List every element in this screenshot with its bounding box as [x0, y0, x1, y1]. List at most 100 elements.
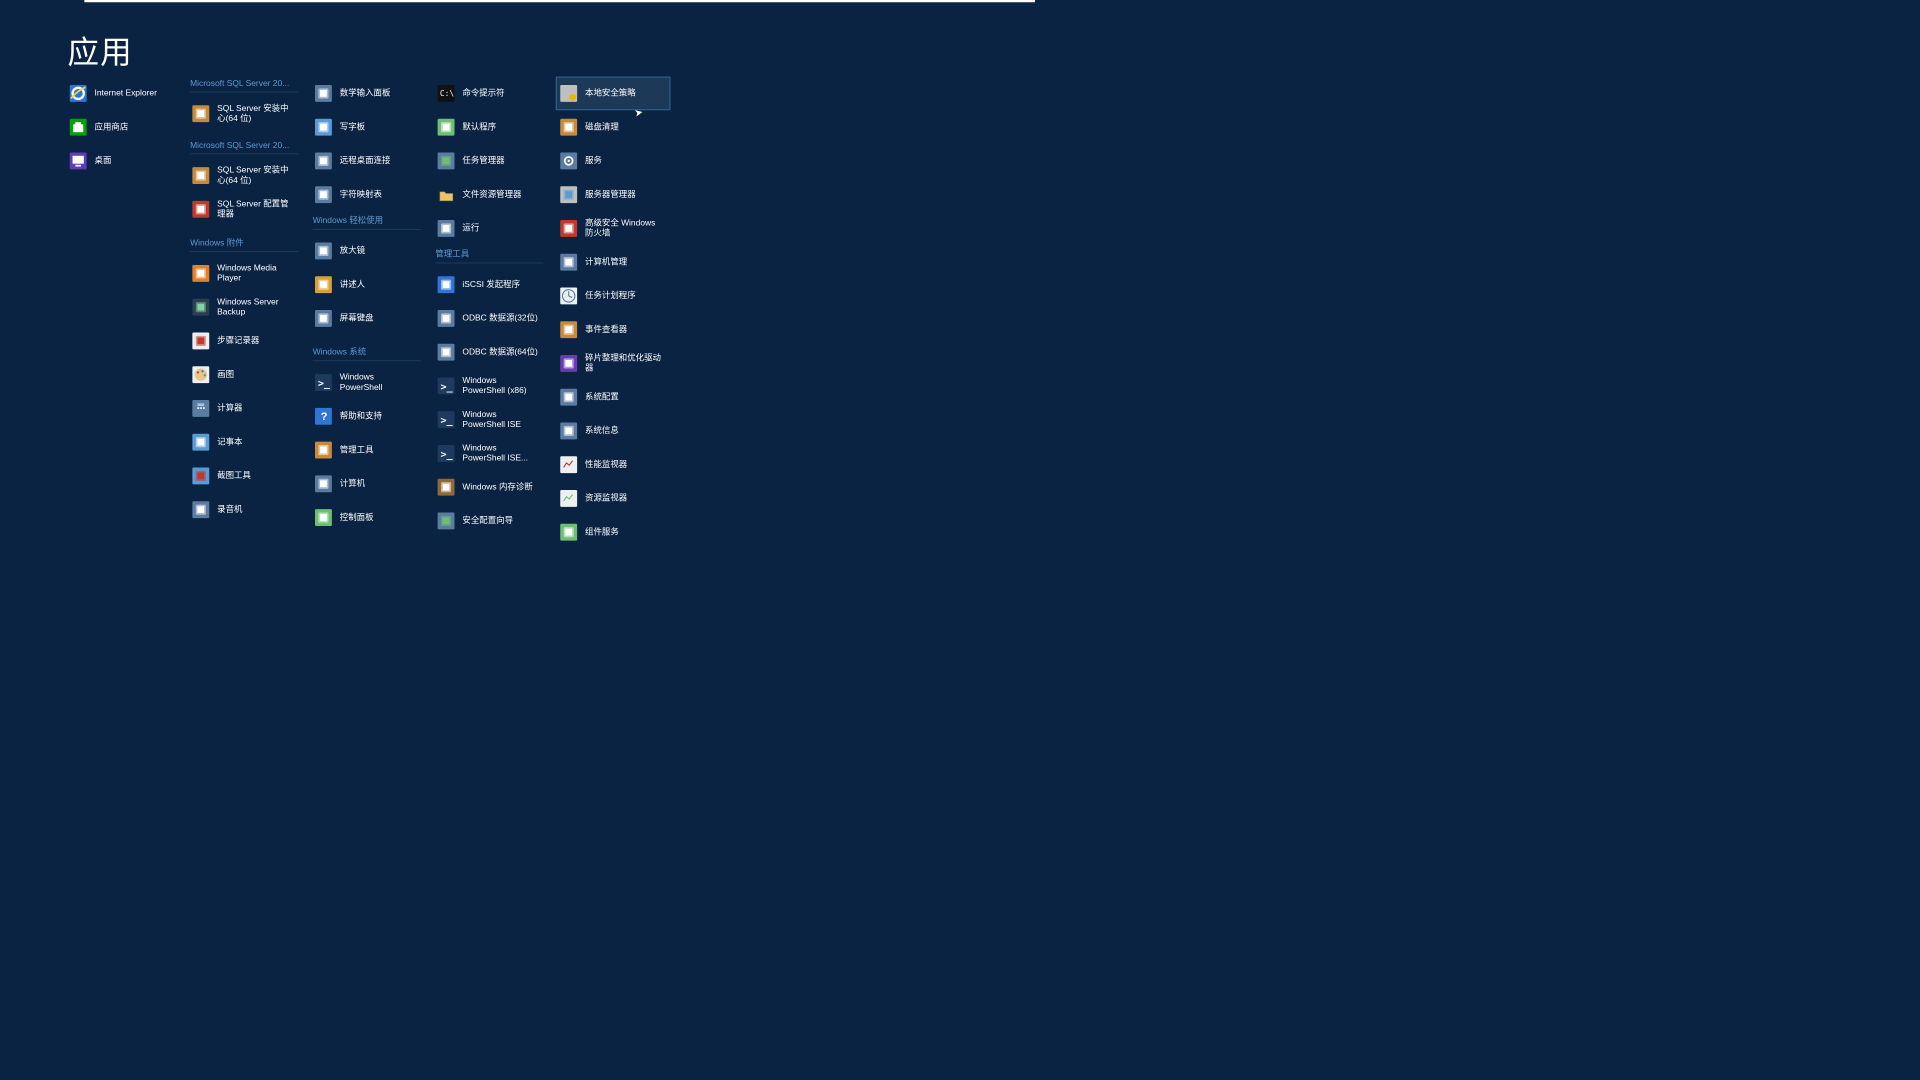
psise-icon: >_ [435, 409, 456, 430]
app-tile-defrag[interactable]: 碎片整理和优化驱动器 [558, 347, 668, 381]
app-label: 画图 [217, 370, 234, 380]
event-icon [558, 319, 579, 340]
app-tile-ie[interactable]: Internet Explorer [68, 77, 178, 111]
app-tile-memdiag[interactable]: Windows 内存诊断 [435, 470, 545, 504]
app-tile-helpsupport[interactable]: ?帮助和支持 [313, 399, 423, 433]
app-tile-run[interactable]: 运行 [435, 212, 545, 246]
app-tile-msconfig[interactable]: 系统配置 [558, 380, 668, 414]
mem-icon [435, 476, 456, 497]
app-tile-cleanmgr[interactable]: 磁盘清理 [558, 110, 668, 144]
app-tile-secpol[interactable]: 本地安全策略 [556, 77, 671, 111]
app-tile-snip[interactable]: 截图工具 [190, 459, 300, 493]
magnifier-icon [313, 240, 334, 261]
app-tile-soundrec[interactable]: 录音机 [190, 493, 300, 527]
compmgmt-icon [558, 251, 579, 272]
app-tile-rdp[interactable]: 远程桌面连接 [313, 144, 423, 178]
app-tile-sql-install-2[interactable]: SQL Server 安装中心(64 位) [190, 159, 300, 193]
app-tile-odbc64[interactable]: ODBC 数据源(64位) [435, 335, 545, 369]
app-tile-explorer[interactable]: 文件资源管理器 [435, 178, 545, 212]
app-tile-compmgmt[interactable]: 计算机管理 [558, 245, 668, 279]
keyboard-icon [313, 308, 334, 329]
app-label: 远程桌面连接 [340, 156, 391, 166]
app-tile-taskmgr[interactable]: 任务管理器 [435, 144, 545, 178]
app-label: 放大镜 [340, 246, 365, 256]
app-tile-resmon[interactable]: 资源监视器 [558, 482, 668, 516]
app-tile-psise[interactable]: >_Windows PowerShell ISE [435, 403, 545, 437]
app-tile-eventvwr[interactable]: 事件查看器 [558, 313, 668, 347]
group-header-hdr-system: Windows 系统 [313, 335, 421, 361]
odbc-icon [435, 308, 456, 329]
app-tile-firewall[interactable]: 高级安全 Windows 防火墙 [558, 212, 668, 246]
app-tile-narrator[interactable]: 讲述人 [313, 268, 423, 302]
store-icon [68, 116, 89, 137]
app-label: Windows Server Backup [217, 297, 296, 317]
app-label: 写字板 [340, 122, 365, 132]
calc-icon [190, 398, 211, 419]
gear-icon [558, 150, 579, 171]
app-label: 步骤记录器 [217, 336, 259, 346]
app-tile-paint[interactable]: 画图 [190, 358, 300, 392]
app-tile-sql-config[interactable]: SQL Server 配置管理器 [190, 192, 300, 226]
app-tile-services[interactable]: 服务 [558, 144, 668, 178]
app-tile-cmd[interactable]: C:\命令提示符 [435, 77, 545, 111]
ps-icon: >_ [435, 375, 456, 396]
charmap-icon [313, 184, 334, 205]
app-label: Windows PowerShell ISE... [462, 443, 541, 463]
app-label: 服务器管理器 [585, 190, 636, 200]
app-tile-computer[interactable]: 计算机 [313, 467, 423, 501]
app-tile-tasksched[interactable]: 任务计划程序 [558, 279, 668, 313]
folder-icon [435, 184, 456, 205]
app-tile-defaults[interactable]: 默认程序 [435, 110, 545, 144]
app-tile-sysinfo[interactable]: 系统信息 [558, 414, 668, 448]
app-tile-wsb[interactable]: Windows Server Backup [190, 290, 300, 324]
defrag-icon [558, 353, 579, 374]
backup-icon [190, 296, 211, 317]
app-tile-admintools[interactable]: 管理工具 [313, 433, 423, 467]
app-tile-ps86[interactable]: >_Windows PowerShell (x86) [435, 369, 545, 403]
narrator-icon [313, 274, 334, 295]
app-tile-store[interactable]: 应用商店 [68, 110, 178, 144]
app-label: 应用商店 [95, 122, 129, 132]
scw-icon [435, 510, 456, 531]
app-tile-odbc32[interactable]: ODBC 数据源(32位) [435, 302, 545, 336]
app-label: 讲述人 [340, 280, 365, 290]
app-label: SQL Server 安装中心(64 位) [217, 104, 296, 124]
math-icon [313, 83, 334, 104]
app-tile-scw[interactable]: 安全配置向导 [435, 504, 545, 538]
page-title: 应用 [68, 27, 133, 73]
app-tile-powershell[interactable]: >_Windows PowerShell [313, 366, 423, 400]
toolbox-icon [190, 199, 211, 220]
app-label: 性能监视器 [585, 460, 627, 470]
app-tile-wmp[interactable]: Windows Media Player [190, 257, 300, 291]
app-tile-psr[interactable]: 步骤记录器 [190, 324, 300, 358]
app-tile-mathinput[interactable]: 数学输入面板 [313, 77, 423, 111]
app-label: 计算器 [217, 403, 242, 413]
app-tile-comsvc[interactable]: 组件服务 [558, 515, 668, 549]
recorder-icon [190, 330, 211, 351]
app-tile-sql-install-1[interactable]: SQL Server 安装中心(64 位) [190, 97, 300, 131]
app-tile-psise86[interactable]: >_Windows PowerShell ISE... [435, 437, 545, 471]
app-tile-servermgr[interactable]: 服务器管理器 [558, 178, 668, 212]
app-tile-magnifier[interactable]: 放大镜 [313, 234, 423, 268]
svg-text:C:\: C:\ [440, 89, 454, 98]
desktop-icon [68, 150, 89, 171]
app-label: 磁盘清理 [585, 122, 619, 132]
ps-icon: >_ [313, 372, 334, 393]
app-tile-notepad[interactable]: 记事本 [190, 425, 300, 459]
app-tile-osk[interactable]: 屏幕键盘 [313, 302, 423, 336]
app-tile-charmap[interactable]: 字符映射表 [313, 178, 423, 212]
app-tile-iscsi[interactable]: iSCSI 发起程序 [435, 268, 545, 302]
app-tile-perfmon[interactable]: 性能监视器 [558, 448, 668, 482]
app-tile-controlpanel[interactable]: 控制面板 [313, 501, 423, 535]
group-header-hdr-sql-1: Microsoft SQL Server 20... [190, 77, 298, 93]
odbc-icon [435, 341, 456, 362]
app-label: Windows Media Player [217, 263, 296, 283]
com-icon [558, 521, 579, 542]
app-label: 本地安全策略 [585, 88, 636, 98]
app-tile-desktop[interactable]: 桌面 [68, 144, 178, 178]
app-label: 帮助和支持 [340, 411, 382, 421]
pc-icon [313, 473, 334, 494]
app-tile-wordpad[interactable]: 写字板 [313, 110, 423, 144]
app-tile-calc[interactable]: 计算器 [190, 392, 300, 426]
app-label: 计算机管理 [585, 257, 627, 267]
